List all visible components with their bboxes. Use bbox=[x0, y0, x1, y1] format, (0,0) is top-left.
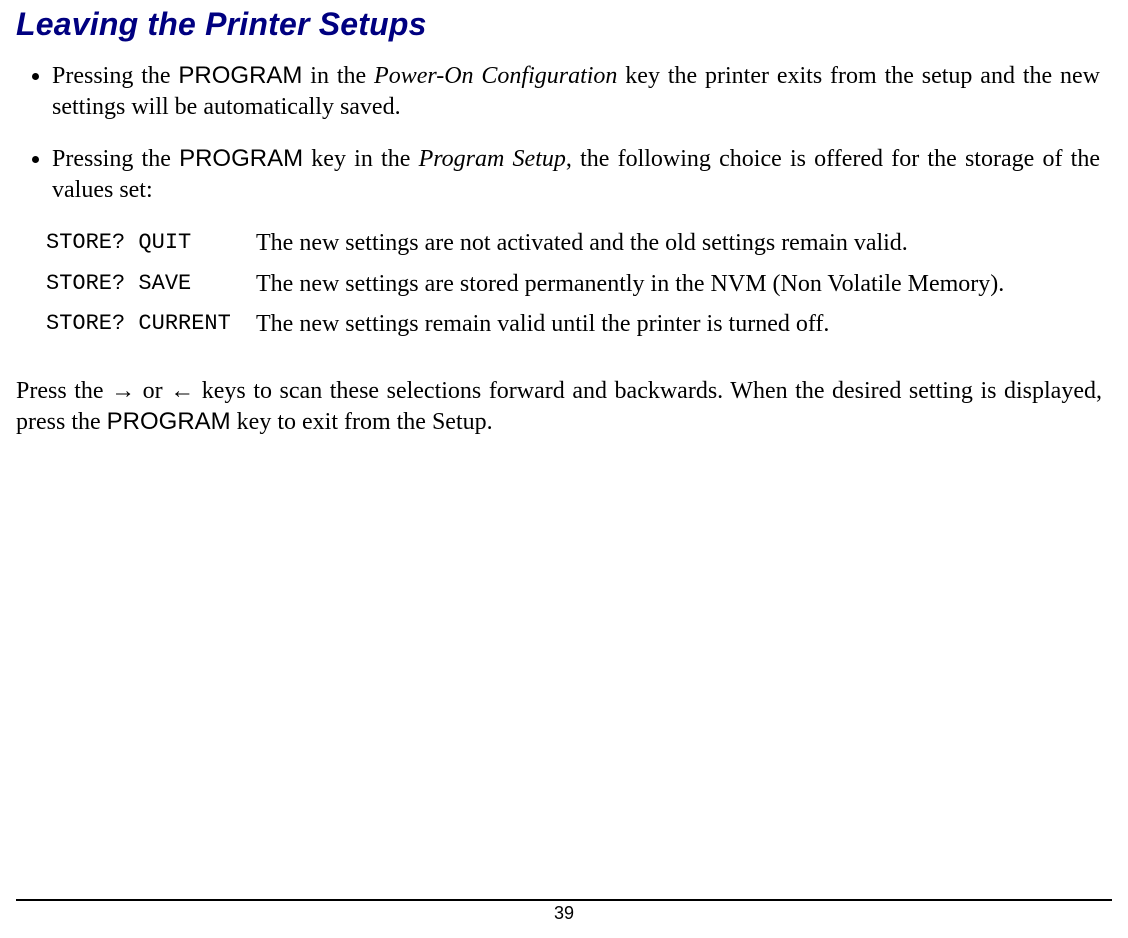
store-options-table: STORE? QUIT The new settings are not act… bbox=[46, 228, 1112, 340]
text-fragment: key in the bbox=[303, 146, 418, 172]
key-name: PROGRAM bbox=[178, 62, 302, 89]
bullet-item-2: Pressing the PROGRAM key in the Program … bbox=[52, 144, 1100, 205]
closing-paragraph: Press the → or ← keys to scan these sele… bbox=[16, 376, 1102, 437]
option-label: STORE? CURRENT bbox=[46, 309, 256, 336]
text-fragment: key to exit from the Setup. bbox=[231, 409, 493, 435]
option-label: STORE? SAVE bbox=[46, 269, 256, 296]
mode-name: Power-On Configuration bbox=[374, 63, 617, 89]
table-row: STORE? CURRENT The new settings remain v… bbox=[46, 309, 1112, 340]
page-footer: 39 bbox=[16, 899, 1112, 924]
text-fragment: Pressing the bbox=[52, 63, 178, 89]
key-name: PROGRAM bbox=[107, 408, 231, 435]
text-fragment: in the bbox=[302, 63, 374, 89]
table-row: STORE? QUIT The new settings are not act… bbox=[46, 228, 1112, 259]
option-label: STORE? QUIT bbox=[46, 228, 256, 255]
key-name: PROGRAM bbox=[179, 145, 303, 172]
option-description: The new settings are stored permanently … bbox=[256, 269, 1004, 300]
option-description: The new settings are not activated and t… bbox=[256, 228, 908, 259]
option-description: The new settings remain valid until the … bbox=[256, 309, 829, 340]
bullet-list: Pressing the PROGRAM in the Power-On Con… bbox=[16, 61, 1112, 206]
page: Leaving the Printer Setups Pressing the … bbox=[0, 6, 1128, 938]
bullet-item-1: Pressing the PROGRAM in the Power-On Con… bbox=[52, 61, 1100, 122]
text-fragment: Pressing the bbox=[52, 146, 179, 172]
page-title: Leaving the Printer Setups bbox=[16, 6, 1112, 43]
mode-name: Program Setup bbox=[419, 146, 566, 172]
table-row: STORE? SAVE The new settings are stored … bbox=[46, 269, 1112, 300]
footer-divider bbox=[16, 899, 1112, 901]
page-number: 39 bbox=[16, 903, 1112, 924]
